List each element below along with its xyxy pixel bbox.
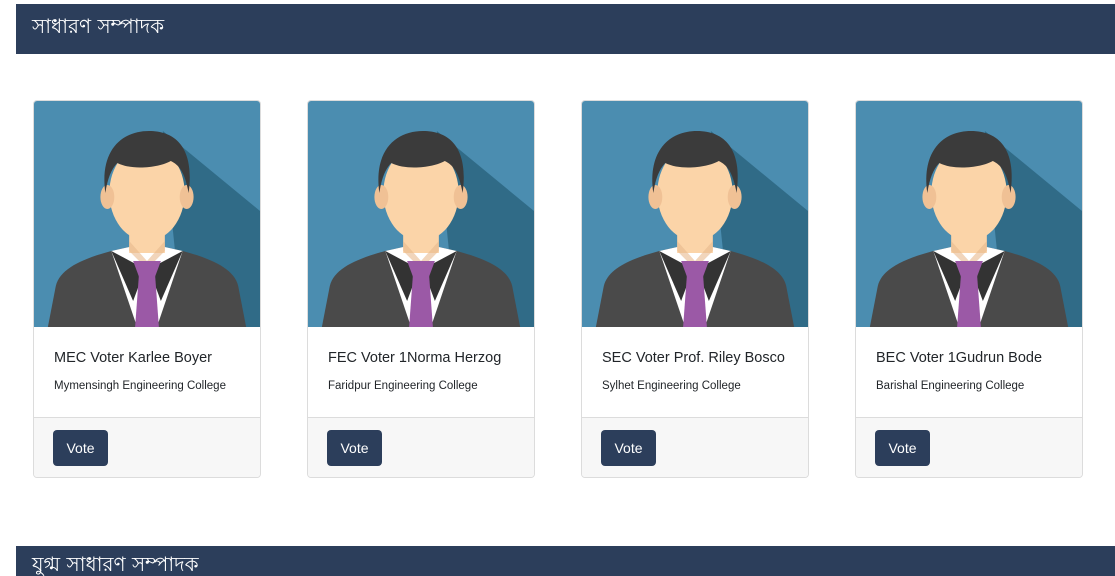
vote-button[interactable]: Vote xyxy=(875,430,930,466)
card-footer: Vote xyxy=(856,417,1082,477)
section-title: সাধারণ সম্পাদক xyxy=(32,14,165,38)
candidate-name: FEC Voter 1Norma Herzog xyxy=(328,350,502,366)
card-body: FEC Voter 1Norma Herzog Faridpur Enginee… xyxy=(308,327,534,418)
candidate-card: BEC Voter 1Gudrun Bode Barishal Engineer… xyxy=(855,100,1083,478)
card-body: SEC Voter Prof. Riley Bosco Sylhet Engin… xyxy=(582,327,808,418)
card-body: MEC Voter Karlee Boyer Mymensingh Engine… xyxy=(34,327,260,418)
candidate-card: MEC Voter Karlee Boyer Mymensingh Engine… xyxy=(33,100,261,478)
user-avatar-icon xyxy=(856,101,1082,327)
candidate-name: BEC Voter 1Gudrun Bode xyxy=(876,350,1043,366)
candidate-card: FEC Voter 1Norma Herzog Faridpur Enginee… xyxy=(307,100,535,478)
user-avatar-icon xyxy=(582,101,808,327)
candidate-college: Barishal Engineering College xyxy=(876,380,1025,392)
section-title: যুগ্ম সাধারণ সম্পাদক xyxy=(32,552,199,576)
card-body: BEC Voter 1Gudrun Bode Barishal Engineer… xyxy=(856,327,1082,418)
vote-button[interactable]: Vote xyxy=(327,430,382,466)
candidate-college: Faridpur Engineering College xyxy=(328,380,478,392)
candidate-college: Sylhet Engineering College xyxy=(602,380,741,392)
user-avatar-icon xyxy=(34,101,260,327)
candidate-card: SEC Voter Prof. Riley Bosco Sylhet Engin… xyxy=(581,100,809,478)
card-footer: Vote xyxy=(308,417,534,477)
candidate-name: MEC Voter Karlee Boyer xyxy=(54,350,212,366)
user-avatar-icon xyxy=(308,101,534,327)
vote-button[interactable]: Vote xyxy=(601,430,656,466)
candidate-name: SEC Voter Prof. Riley Bosco xyxy=(602,350,785,366)
candidate-college: Mymensingh Engineering College xyxy=(54,380,226,392)
vote-button[interactable]: Vote xyxy=(53,430,108,466)
card-footer: Vote xyxy=(582,417,808,477)
card-footer: Vote xyxy=(34,417,260,477)
section-header-general-secretary: সাধারণ সম্পাদক xyxy=(16,4,1115,54)
